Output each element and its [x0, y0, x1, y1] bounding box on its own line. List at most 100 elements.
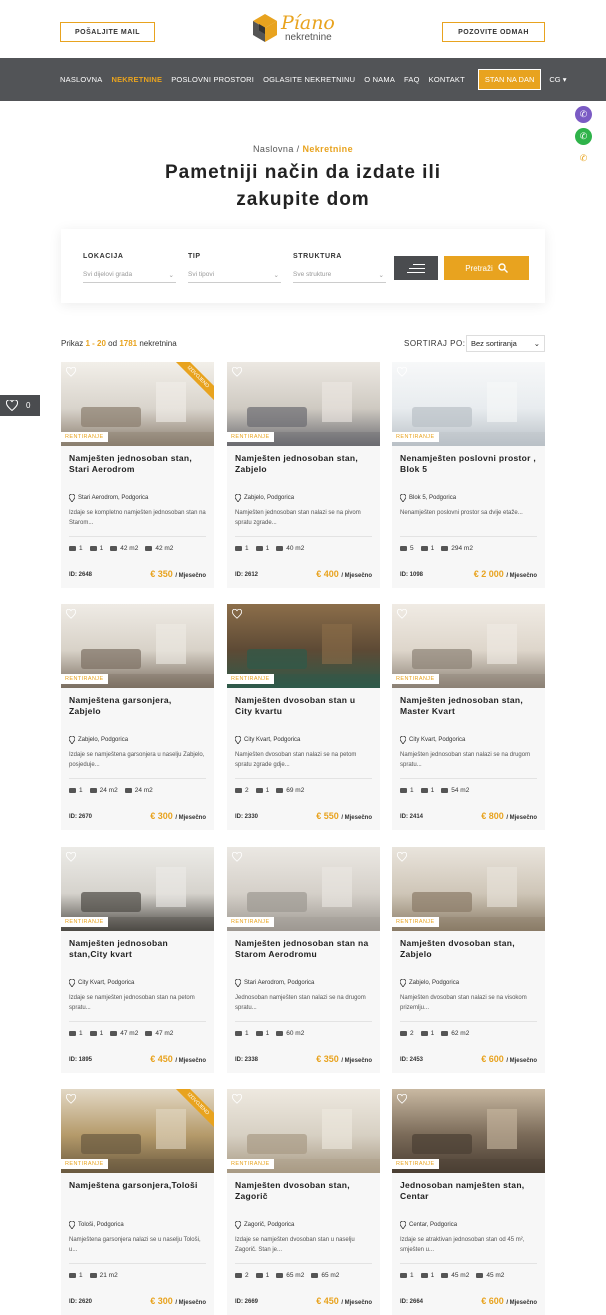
listing-photo[interactable]: RENTIRANJE — [61, 604, 214, 688]
listing-price-period: / Mjesečno — [175, 1058, 206, 1064]
feature-item: 1 — [69, 787, 83, 794]
sort-select[interactable]: Bez sortiranja ⌄ — [466, 335, 545, 352]
feature-value: 1 — [430, 545, 435, 552]
location-filter[interactable]: LOKACIJA Svi dijelovi grada ⌄ — [83, 253, 176, 283]
listing-title[interactable]: Namješten dvosoban stan, Zabjelo — [400, 938, 537, 960]
listing-photo[interactable]: IZDVOJENO RENTIRANJE — [61, 362, 214, 446]
listing-card[interactable]: RENTIRANJE Nenamješten poslovni prostor … — [392, 362, 545, 588]
call-now-button[interactable]: POZOVITE ODMAH — [442, 22, 545, 42]
listing-photo[interactable]: RENTIRANJE — [392, 604, 545, 688]
listing-title[interactable]: Namješten jednosoban stan, Zabjelo — [235, 453, 372, 475]
listing-photo[interactable]: RENTIRANJE — [227, 1089, 380, 1173]
type-filter[interactable]: TIP Svi tipovi ⌄ — [188, 253, 281, 283]
listing-card[interactable]: RENTIRANJE Namješten jednosoban stan na … — [227, 847, 380, 1073]
feature-item: 69 m2 — [276, 787, 304, 794]
language-selector[interactable]: CG ▾ — [549, 75, 566, 84]
listing-photo[interactable]: IZDVOJENO RENTIRANJE — [61, 1089, 214, 1173]
listing-card[interactable]: RENTIRANJE Namješten dvosoban stan, Zago… — [227, 1089, 380, 1315]
nav-item-business-spaces[interactable]: POSLOVNI PROSTORI — [171, 75, 254, 84]
listing-card[interactable]: RENTIRANJE Namještena garsonjera, Zabjel… — [61, 604, 214, 830]
listing-photo[interactable]: RENTIRANJE — [392, 847, 545, 931]
feature-value: 54 m2 — [451, 787, 470, 794]
feature-value: 40 m2 — [286, 545, 305, 552]
favorite-heart-icon[interactable] — [397, 852, 407, 862]
listing-card[interactable]: IZDVOJENO RENTIRANJE Namještena garsonje… — [61, 1089, 214, 1315]
favorite-heart-icon[interactable] — [232, 1094, 242, 1104]
listing-card[interactable]: RENTIRANJE Namješten dvosoban stan u Cit… — [227, 604, 380, 830]
listing-title[interactable]: Namješten jednosoban stan na Starom Aero… — [235, 938, 372, 960]
favorite-heart-icon[interactable] — [397, 1094, 407, 1104]
whatsapp-icon[interactable]: ✆ — [575, 128, 592, 145]
logo[interactable]: Píano nekretnine — [251, 12, 335, 44]
search-button[interactable]: Pretraži — [444, 256, 529, 280]
listing-title[interactable]: Namještena garsonjera,Tološi — [69, 1180, 206, 1191]
feature-item: 1 — [400, 1272, 414, 1279]
nav-item-contact[interactable]: KONTAKT — [429, 75, 465, 84]
advanced-filter-button[interactable] — [394, 256, 438, 280]
listing-photo[interactable]: RENTIRANJE — [227, 604, 380, 688]
listing-photo[interactable]: RENTIRANJE — [392, 362, 545, 446]
listing-photo[interactable]: RENTIRANJE — [227, 362, 380, 446]
nav-item-faq[interactable]: FAQ — [404, 75, 420, 84]
listing-card[interactable]: RENTIRANJE Namješten jednosoban stan, Ma… — [392, 604, 545, 830]
listing-photo[interactable]: RENTIRANJE — [392, 1089, 545, 1173]
listing-title[interactable]: Namješten jednosoban stan,City kvart — [69, 938, 206, 960]
listing-price-period: / Mjesečno — [175, 1300, 206, 1306]
listing-title[interactable]: Namješten dvosoban stan, Zagorič — [235, 1180, 372, 1202]
favorite-heart-icon[interactable] — [66, 367, 76, 377]
bed-icon — [69, 1273, 76, 1278]
location-pin-icon — [69, 494, 75, 502]
structure-filter[interactable]: STRUKTURA Sve strukture ⌄ — [293, 253, 386, 283]
feature-value: 1 — [410, 787, 414, 794]
favorite-heart-icon[interactable] — [397, 609, 407, 619]
favorite-heart-icon[interactable] — [232, 367, 242, 377]
listing-id: ID: 2414 — [400, 814, 424, 820]
listing-title[interactable]: Jednosoban namješten stan, Centar — [400, 1180, 537, 1202]
listing-card[interactable]: RENTIRANJE Namješten jednosoban stan, Za… — [227, 362, 380, 588]
listing-location-text: Tološi, Podgorica — [78, 1222, 124, 1228]
favorite-heart-icon[interactable] — [66, 609, 76, 619]
listing-title[interactable]: Namješten dvosoban stan u City kvartu — [235, 695, 372, 717]
listing-title[interactable]: Namještena garsonjera, Zabjelo — [69, 695, 206, 717]
listing-price-period: / Mjesečno — [506, 1300, 537, 1306]
viber-icon[interactable]: ✆ — [575, 106, 592, 123]
divider — [235, 1263, 372, 1264]
area-icon — [441, 546, 449, 551]
favorites-tab[interactable]: 0 — [0, 395, 40, 416]
bath-icon — [89, 1031, 97, 1036]
listing-title[interactable]: Namješten jednosoban stan, Stari Aerodro… — [69, 453, 206, 475]
listing-title[interactable]: Nenamješten poslovni prostor , Blok 5 — [400, 453, 537, 475]
listing-description: Namješten dvosoban stan nalazi se na pet… — [235, 752, 357, 768]
listing-card[interactable]: RENTIRANJE Namješten jednosoban stan,Cit… — [61, 847, 214, 1073]
nav-item-home[interactable]: NASLOVNA — [60, 75, 102, 84]
listing-card[interactable]: IZDVOJENO RENTIRANJE Namješten jednosoba… — [61, 362, 214, 588]
listing-photo[interactable]: RENTIRANJE — [227, 847, 380, 931]
feature-item: 1 — [255, 1272, 269, 1279]
nav-item-about[interactable]: O NAMA — [364, 75, 395, 84]
listing-card[interactable]: RENTIRANJE Namješten dvosoban stan, Zabj… — [392, 847, 545, 1073]
favorite-heart-icon[interactable] — [66, 1094, 76, 1104]
listing-location: Stari Aerodrom, Podgorica — [69, 494, 148, 502]
results-of: od — [108, 339, 118, 348]
nav-item-advertise[interactable]: OGLASITE NEKRETNINU — [263, 75, 355, 84]
favorite-heart-icon[interactable] — [232, 609, 242, 619]
favorite-heart-icon[interactable] — [232, 852, 242, 862]
structure-value: Sve strukture — [293, 271, 332, 278]
listing-title[interactable]: Namješten jednosoban stan, Master Kvart — [400, 695, 537, 717]
listing-location: Stari Aerodrom, Podgorica — [235, 979, 314, 987]
logo-cube-icon — [253, 14, 277, 42]
favorite-heart-icon[interactable] — [66, 852, 76, 862]
nav-item-properties[interactable]: NEKRETNINE — [111, 75, 162, 84]
listing-photo[interactable]: RENTIRANJE — [61, 847, 214, 931]
listing-price: € 800 / Mjesečno — [481, 811, 537, 821]
listing-card[interactable]: RENTIRANJE Jednosoban namješten stan, Ce… — [392, 1089, 545, 1315]
send-mail-button[interactable]: POŠALJITE MAIL — [60, 22, 155, 42]
type-label: TIP — [188, 253, 201, 260]
listing-description: Izdaje se namješten dvosoban stan u nase… — [235, 1237, 355, 1253]
favorite-heart-icon[interactable] — [397, 367, 407, 377]
bath-icon — [89, 1273, 97, 1278]
breadcrumb-home[interactable]: Naslovna — [253, 144, 294, 154]
daily-rental-button[interactable]: STAN NA DAN — [477, 69, 542, 90]
area-icon — [276, 546, 284, 551]
listing-price-period: / Mjesečno — [341, 1058, 372, 1064]
